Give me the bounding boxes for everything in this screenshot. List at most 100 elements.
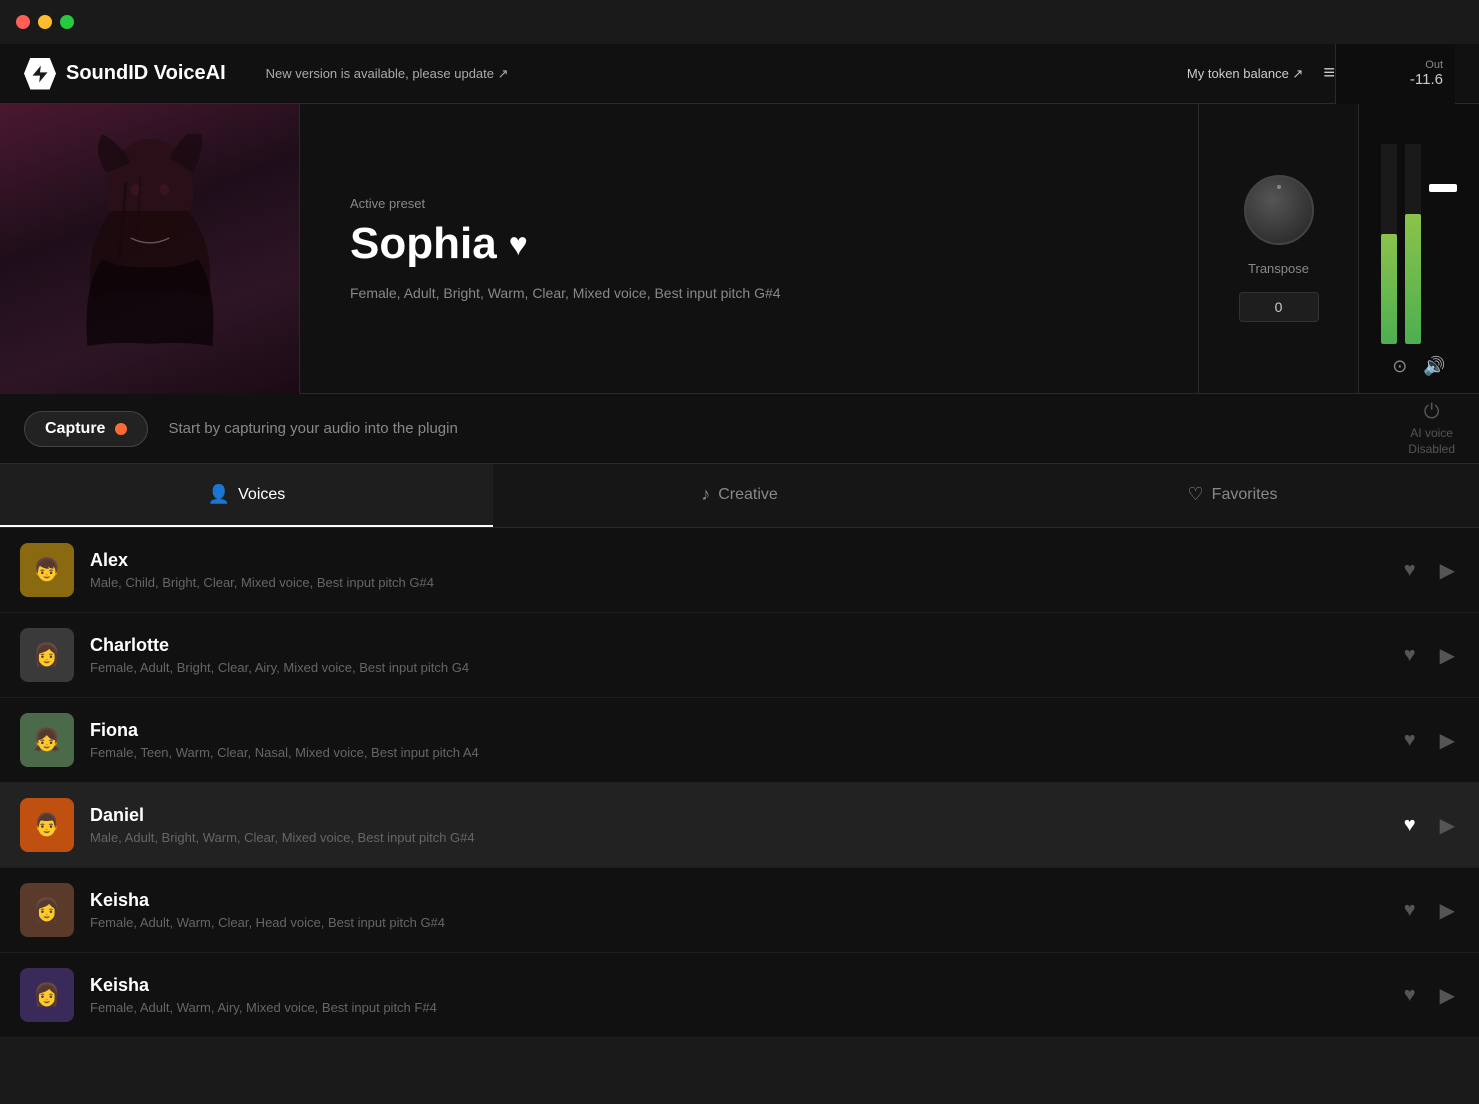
- voice-info: Keisha Female, Adult, Warm, Airy, Mixed …: [90, 975, 1384, 1015]
- voice-actions: ♥ ▶: [1400, 894, 1459, 927]
- voice-avatar: 👨: [20, 798, 74, 852]
- voice-actions: ♥ ▶: [1400, 979, 1459, 1012]
- vu-handle[interactable]: [1429, 184, 1457, 192]
- voice-name: Charlotte: [90, 635, 1384, 656]
- voice-row[interactable]: 👩 Keisha Female, Adult, Warm, Airy, Mixe…: [0, 953, 1479, 1038]
- output-meter: Out -11.6: [1335, 44, 1455, 104]
- voice-tags: Male, Child, Bright, Clear, Mixed voice,…: [90, 575, 1384, 590]
- play-button[interactable]: ▶: [1436, 639, 1459, 672]
- vu-track-right: [1405, 144, 1421, 344]
- vu-fill-right: [1405, 214, 1421, 344]
- voice-info: Fiona Female, Teen, Warm, Clear, Nasal, …: [90, 720, 1384, 760]
- header: SoundID VoiceAI New version is available…: [0, 44, 1479, 104]
- vu-slider[interactable]: [1429, 144, 1457, 344]
- voice-avatar: 👩: [20, 883, 74, 937]
- capture-label: Capture: [45, 420, 105, 438]
- power-icon: ⏻: [1424, 401, 1440, 424]
- meter-label: Out: [1425, 59, 1443, 71]
- play-button[interactable]: ▶: [1436, 894, 1459, 927]
- play-button[interactable]: ▶: [1436, 724, 1459, 757]
- logo-icon: [24, 58, 56, 90]
- play-button[interactable]: ▶: [1436, 979, 1459, 1012]
- voice-avatar: 👦: [20, 543, 74, 597]
- voice-name: Keisha: [90, 890, 1384, 911]
- token-balance[interactable]: My token balance ↗: [1187, 66, 1303, 82]
- voice-name: Fiona: [90, 720, 1384, 741]
- update-notice[interactable]: New version is available, please update …: [266, 66, 509, 82]
- transpose-value[interactable]: 0: [1239, 292, 1319, 322]
- voice-avatar: 👩: [20, 968, 74, 1022]
- voice-tags: Female, Adult, Warm, Airy, Mixed voice, …: [90, 1000, 1384, 1015]
- voice-info: Alex Male, Child, Bright, Clear, Mixed v…: [90, 550, 1384, 590]
- ai-voice-button[interactable]: ⏻ AI voice Disabled: [1408, 401, 1455, 456]
- voice-name: Daniel: [90, 805, 1384, 826]
- preset-name: Sophia ♥: [350, 219, 1148, 269]
- tabs: 👤 Voices ♪ Creative ♡ Favorites: [0, 464, 1479, 528]
- like-button[interactable]: ♥: [1400, 980, 1420, 1011]
- like-button[interactable]: ♥: [1400, 725, 1420, 756]
- voice-tags: Female, Adult, Bright, Clear, Airy, Mixe…: [90, 660, 1384, 675]
- voice-info: Keisha Female, Adult, Warm, Clear, Head …: [90, 890, 1384, 930]
- like-button[interactable]: ♥: [1400, 555, 1420, 586]
- voice-row[interactable]: 👨 Daniel Male, Adult, Bright, Warm, Clea…: [0, 783, 1479, 868]
- avatar-bg: 👩: [20, 628, 74, 682]
- voice-avatar: 👩: [20, 628, 74, 682]
- capture-button[interactable]: Capture: [24, 411, 148, 447]
- voice-tags: Female, Teen, Warm, Clear, Nasal, Mixed …: [90, 745, 1384, 760]
- menu-icon[interactable]: ≡: [1323, 62, 1335, 85]
- tab-voices[interactable]: 👤 Voices: [0, 464, 493, 527]
- creative-icon: ♪: [701, 484, 710, 505]
- tab-voices-label: Voices: [238, 486, 285, 504]
- close-button[interactable]: [16, 15, 30, 29]
- like-button[interactable]: ♥: [1400, 810, 1420, 841]
- play-button[interactable]: ▶: [1436, 554, 1459, 587]
- voice-tags: Female, Adult, Warm, Clear, Head voice, …: [90, 915, 1384, 930]
- voice-row[interactable]: 👩 Keisha Female, Adult, Warm, Clear, Hea…: [0, 868, 1479, 953]
- avatar-bg: 👩: [20, 968, 74, 1022]
- voice-list: 👦 Alex Male, Child, Bright, Clear, Mixed…: [0, 528, 1479, 1038]
- vu-meters: [1381, 144, 1457, 344]
- speaker-icon[interactable]: 🔊: [1423, 356, 1445, 377]
- voice-tags: Male, Adult, Bright, Warm, Clear, Mixed …: [90, 830, 1384, 845]
- transpose-knob[interactable]: [1244, 175, 1314, 245]
- vu-controls: ⊙ 🔊: [1392, 356, 1446, 377]
- avatar-bg: 👨: [20, 798, 74, 852]
- voice-info: Charlotte Female, Adult, Bright, Clear, …: [90, 635, 1384, 675]
- voice-row[interactable]: 👩 Charlotte Female, Adult, Bright, Clear…: [0, 613, 1479, 698]
- preset-panel: Active preset Sophia ♥ Female, Adult, Br…: [300, 104, 1199, 393]
- voice-avatar: 👧: [20, 713, 74, 767]
- voice-actions: ♥ ▶: [1400, 639, 1459, 672]
- tab-favorites-label: Favorites: [1212, 486, 1278, 504]
- voice-name: Keisha: [90, 975, 1384, 996]
- like-button[interactable]: ♥: [1400, 895, 1420, 926]
- voice-info: Daniel Male, Adult, Bright, Warm, Clear,…: [90, 805, 1384, 845]
- preset-tags: Female, Adult, Bright, Warm, Clear, Mixe…: [350, 285, 1148, 301]
- tab-creative[interactable]: ♪ Creative: [493, 464, 986, 527]
- avatar-bg: 👩: [20, 883, 74, 937]
- voice-name: Alex: [90, 550, 1384, 571]
- voice-actions: ♥ ▶: [1400, 554, 1459, 587]
- voice-actions: ♥ ▶: [1400, 809, 1459, 842]
- transpose-panel: Transpose 0: [1199, 104, 1359, 393]
- minimize-button[interactable]: [38, 15, 52, 29]
- link-icon[interactable]: ⊙: [1392, 356, 1407, 377]
- preset-heart-icon[interactable]: ♥: [509, 226, 528, 263]
- voice-row[interactable]: 👦 Alex Male, Child, Bright, Clear, Mixed…: [0, 528, 1479, 613]
- preset-name-text: Sophia: [350, 219, 497, 269]
- tab-favorites[interactable]: ♡ Favorites: [986, 464, 1479, 527]
- title-bar: [0, 0, 1479, 44]
- ai-voice-status: Disabled: [1408, 442, 1455, 456]
- tab-creative-label: Creative: [718, 486, 778, 504]
- vu-fill-left: [1381, 234, 1397, 344]
- capture-bar: Capture Start by capturing your audio in…: [0, 394, 1479, 464]
- app-logo: SoundID VoiceAI: [24, 58, 226, 90]
- vu-panel: ⊙ 🔊: [1359, 104, 1479, 393]
- artist-image: [0, 104, 300, 394]
- maximize-button[interactable]: [60, 15, 74, 29]
- voice-row[interactable]: 👧 Fiona Female, Teen, Warm, Clear, Nasal…: [0, 698, 1479, 783]
- favorites-icon: ♡: [1188, 484, 1204, 505]
- like-button[interactable]: ♥: [1400, 640, 1420, 671]
- capture-dot: [115, 423, 127, 435]
- play-button[interactable]: ▶: [1436, 809, 1459, 842]
- vu-track-left: [1381, 144, 1397, 344]
